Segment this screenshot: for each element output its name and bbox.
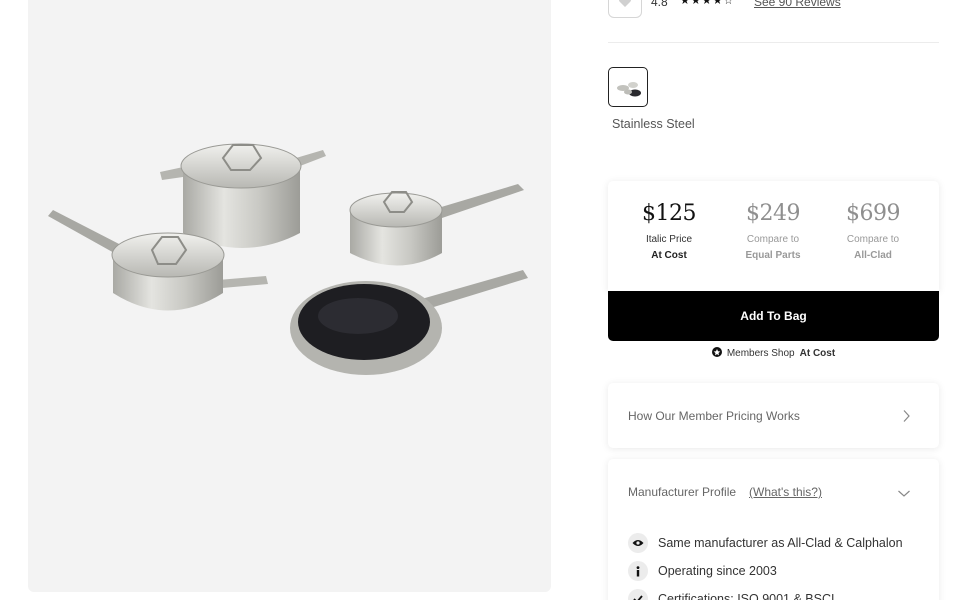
wishlist-button[interactable] xyxy=(608,0,642,18)
whats-this-link[interactable]: (What's this?) xyxy=(749,485,822,499)
price-label: Compare to xyxy=(746,234,800,245)
feature-row: Same manufacturer as All-Clad & Calphalo… xyxy=(628,533,903,553)
members-prefix: Members Shop xyxy=(726,348,795,359)
product-image[interactable] xyxy=(28,0,551,592)
price-sublabel: At Cost xyxy=(651,250,687,261)
feature-row: Certifications: ISO 9001 & BSCI xyxy=(628,589,834,600)
swatch-thumbnail xyxy=(617,82,641,97)
feature-text: Certifications: ISO 9001 & BSCI xyxy=(658,592,835,600)
price-comparison-card: $125 Italic Price At Cost $249 Compare t… xyxy=(608,181,939,291)
price-sublabel: Equal Parts xyxy=(745,250,801,261)
member-pricing-accordion[interactable]: How Our Member Pricing Works xyxy=(608,383,939,448)
eye-icon xyxy=(628,533,648,553)
product-page: 4.8 ★★★★☆ See 90 Reviews Stainless Steel… xyxy=(0,0,961,600)
price-equal-parts: $249 Compare to Equal Parts xyxy=(718,201,828,261)
add-to-bag-button[interactable]: Add To Bag xyxy=(608,291,939,341)
feature-text: Operating since 2003 xyxy=(658,564,777,578)
heart-icon xyxy=(618,0,632,13)
chevron-down-icon[interactable] xyxy=(897,485,911,503)
rating-value: 4.8 xyxy=(651,0,668,9)
see-reviews-link[interactable]: See 90 Reviews xyxy=(754,0,841,9)
info-icon xyxy=(628,561,648,581)
divider xyxy=(608,42,939,43)
cookware-set-image xyxy=(48,143,528,375)
price-italic: $125 Italic Price At Cost xyxy=(614,201,724,261)
variant-label: Stainless Steel xyxy=(612,117,695,131)
price-label: Compare to xyxy=(846,234,900,245)
price-amount: $125 xyxy=(642,201,697,226)
feature-text: Same manufacturer as All-Clad & Calphalo… xyxy=(658,536,903,550)
price-amount: $249 xyxy=(746,201,801,226)
check-icon xyxy=(628,589,648,600)
price-all-clad: $699 Compare to All-Clad xyxy=(818,201,928,261)
price-label: Italic Price xyxy=(645,234,693,245)
members-emphasis: At Cost xyxy=(799,348,836,359)
price-sublabel: All-Clad xyxy=(854,250,892,261)
price-amount: $699 xyxy=(846,201,901,226)
members-shop-note: Members Shop At Cost xyxy=(608,347,939,360)
accordion-title[interactable]: Manufacturer Profile xyxy=(628,485,736,499)
members-badge-icon xyxy=(711,347,722,360)
manufacturer-profile-accordion: Manufacturer Profile (What's this?) Same… xyxy=(608,459,939,600)
accordion-title: How Our Member Pricing Works xyxy=(628,409,800,423)
feature-row: Operating since 2003 xyxy=(628,561,777,581)
variant-swatch-stainless-steel[interactable] xyxy=(608,67,648,107)
chevron-right-icon xyxy=(901,409,911,428)
star-rating: ★★★★☆ xyxy=(680,0,735,7)
